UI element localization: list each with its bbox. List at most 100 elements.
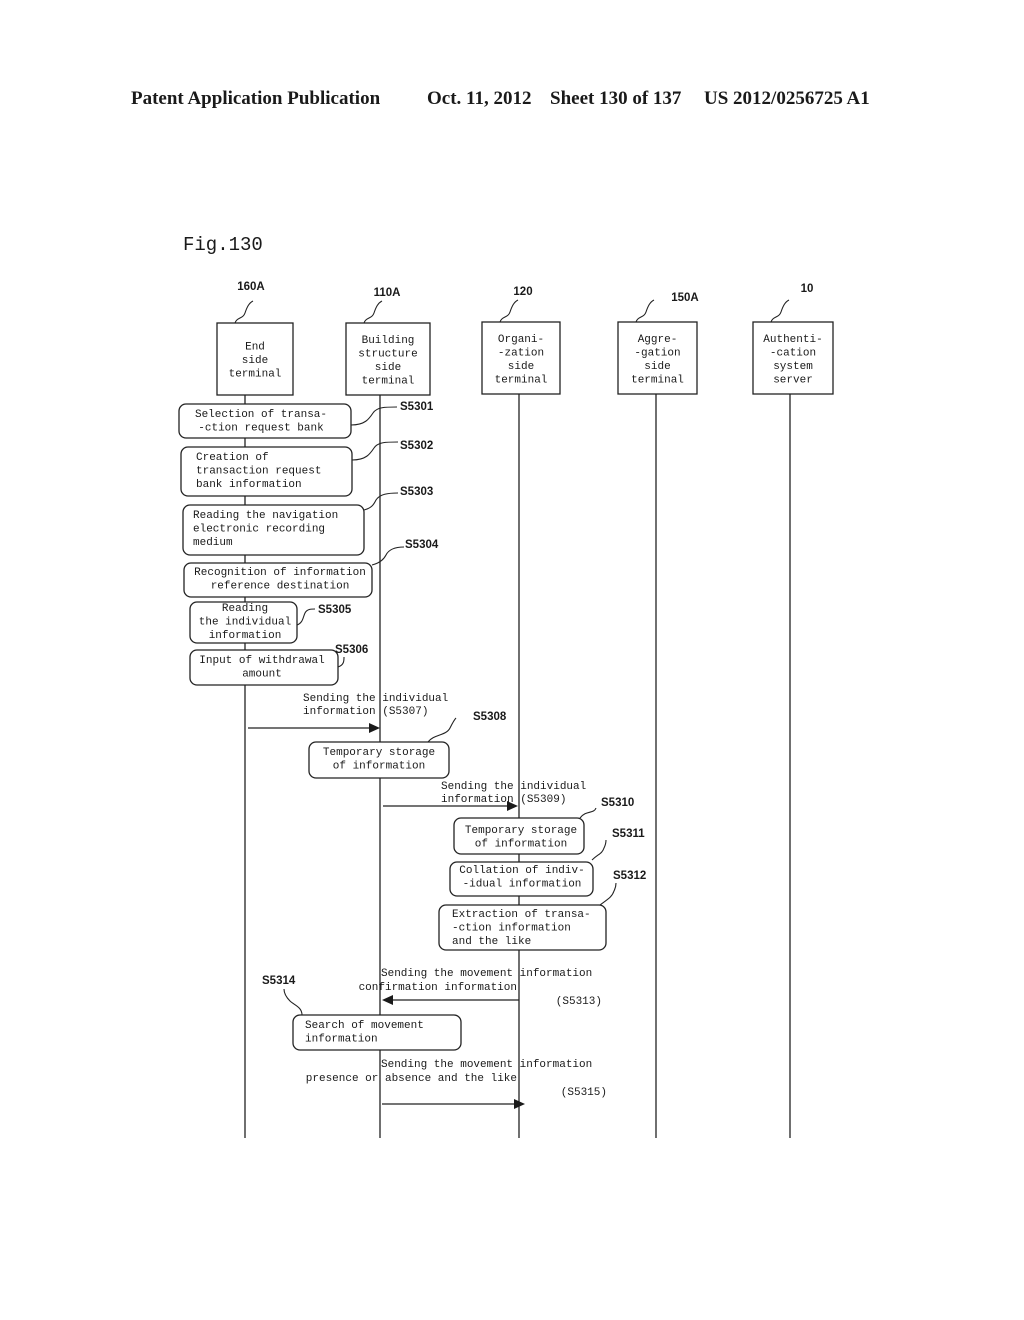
step-s5308: Temporary storage of information S5308 — [308, 711, 507, 779]
entity-150a: Aggre--gation sideterminal 150A — [617, 292, 699, 1138]
step-label: Temporary storage of information — [465, 825, 577, 851]
step-label-line: amount — [242, 669, 282, 681]
leader-line — [337, 656, 345, 668]
leader-line — [770, 299, 790, 323]
leader-line — [234, 300, 254, 324]
entity-label-line: Authenti- — [763, 334, 822, 346]
step-label-line: Temporary storage — [323, 747, 435, 759]
step-label-line: electronic recording — [193, 524, 325, 536]
entity-label-line: terminal — [362, 375, 415, 387]
step-label-line: the individual — [199, 617, 291, 629]
message-s5309: Sending the individualinformation (S5309… — [383, 781, 586, 811]
leader-line — [296, 608, 316, 626]
step-label-line: information — [305, 1034, 378, 1046]
message-label: confirmation information — [359, 982, 517, 994]
entity-ref: 150A — [671, 292, 699, 304]
step-label-line: Creation of — [196, 452, 269, 464]
step-label-line: of information — [475, 839, 567, 851]
step-s5305: Reading the individualinformation S5305 — [189, 601, 352, 644]
entity-label-line: terminal — [229, 369, 282, 381]
entity-label-line: Aggre- — [638, 334, 678, 346]
step-label-line: of information — [333, 761, 425, 773]
step-id: S5303 — [400, 486, 433, 498]
message-s5307: Sending the individualinformation (S5307… — [248, 693, 448, 733]
step-label-line: and the like — [452, 936, 531, 948]
step-s5306: Input of withdrawal amount S5306 — [189, 644, 368, 686]
step-s5301: Selection of transa--ction request bankS… — [178, 401, 434, 439]
step-label-line: bank information — [196, 479, 302, 491]
entity-label-line: side — [508, 361, 534, 373]
step-id: S5302 — [400, 440, 433, 452]
entity-label-line: Building — [362, 335, 415, 347]
step-label-line: Recognition of information — [194, 567, 366, 579]
step-id: S5308 — [473, 711, 507, 723]
step-label: Temporary storage of information — [323, 747, 435, 773]
step-label-line: Reading — [222, 603, 268, 615]
step-label-line: Input of withdrawal — [199, 655, 324, 667]
message-label: information (S5309) — [441, 794, 566, 806]
sequence-diagram: Endsideterminal160ABuildingstructureside… — [178, 281, 834, 1138]
message-label: (S5313) — [556, 996, 602, 1008]
entity-ref: 160A — [237, 281, 265, 293]
step-id: S5310 — [601, 797, 634, 809]
step-id: S5304 — [405, 539, 439, 551]
leader-line — [351, 441, 399, 461]
message-s5315: Sending the movement information presence… — [306, 1059, 607, 1109]
entity-ref: 10 — [801, 283, 814, 295]
leader-line — [350, 406, 398, 426]
leader-line — [427, 717, 457, 743]
step-label-line: Reading the navigation — [193, 510, 338, 522]
message-label: information (S5307) — [303, 706, 428, 718]
leader-line — [363, 300, 383, 324]
step-label-line: information — [209, 630, 282, 642]
step-label-line: reference destination — [211, 581, 350, 593]
step-s5302: Creation of transaction requestbank infor… — [180, 440, 433, 497]
step-id: S5311 — [612, 828, 645, 840]
entity-label-line: server — [773, 374, 813, 386]
leader-line — [591, 839, 607, 861]
entity-label-line: -zation — [498, 347, 544, 359]
step-label-line: -ction information — [452, 923, 571, 935]
entity-label-line: side — [644, 361, 670, 373]
step-label: Selection of transa- -ction request bank — [195, 409, 327, 435]
entity-label-line: End — [245, 342, 265, 354]
message-label: Sending the individual — [303, 693, 448, 705]
arrowhead-icon — [382, 995, 393, 1005]
entity-label-line: -cation — [770, 347, 816, 359]
entity-label-line: side — [242, 355, 268, 367]
leader-line — [635, 299, 655, 323]
entity-label-line: terminal — [495, 374, 548, 386]
arrowhead-icon — [369, 723, 380, 733]
step-label-line: Selection of transa- — [195, 409, 327, 421]
step-label-line: Extraction of transa- — [452, 909, 591, 921]
leader-line — [363, 492, 399, 511]
message-label: Sending the movement information — [381, 1059, 592, 1071]
entity-ref: 110A — [374, 287, 401, 299]
step-id: S5312 — [613, 870, 646, 882]
message-label: presence or absence and the like — [306, 1073, 517, 1085]
entity-label-line: terminal — [631, 374, 684, 386]
entity-label-line: -gation — [634, 347, 680, 359]
step-label-line: Search of movement — [305, 1020, 424, 1032]
step-id: S5305 — [318, 604, 352, 616]
message-label: (S5315) — [561, 1087, 607, 1099]
leader-line — [499, 299, 519, 323]
message-label: Sending the movement information — [381, 968, 592, 980]
leader-line — [579, 807, 597, 819]
step-label-line: Collation of indiv- — [459, 865, 584, 877]
entity-ref: 120 — [513, 286, 532, 298]
entity-label-line: Organi- — [498, 334, 544, 346]
step-id: S5306 — [335, 644, 368, 656]
entity-label-line: structure — [358, 348, 417, 360]
leader-line — [371, 546, 405, 566]
message-s5313: Sending the movement information confirma… — [359, 968, 602, 1008]
entity-label-line: side — [375, 362, 401, 374]
entity-label-line: system — [773, 361, 813, 373]
step-label-line: transaction request — [196, 466, 321, 478]
step-label: Recognition of information reference dest… — [194, 567, 366, 593]
entity-10: Authenti--cation systemserver 10 — [752, 283, 834, 1138]
step-label-line: -idual information — [463, 879, 582, 891]
step-label-line: -ction request bank — [198, 423, 324, 435]
step-label-line: medium — [193, 537, 233, 549]
step-id: S5301 — [400, 401, 434, 413]
